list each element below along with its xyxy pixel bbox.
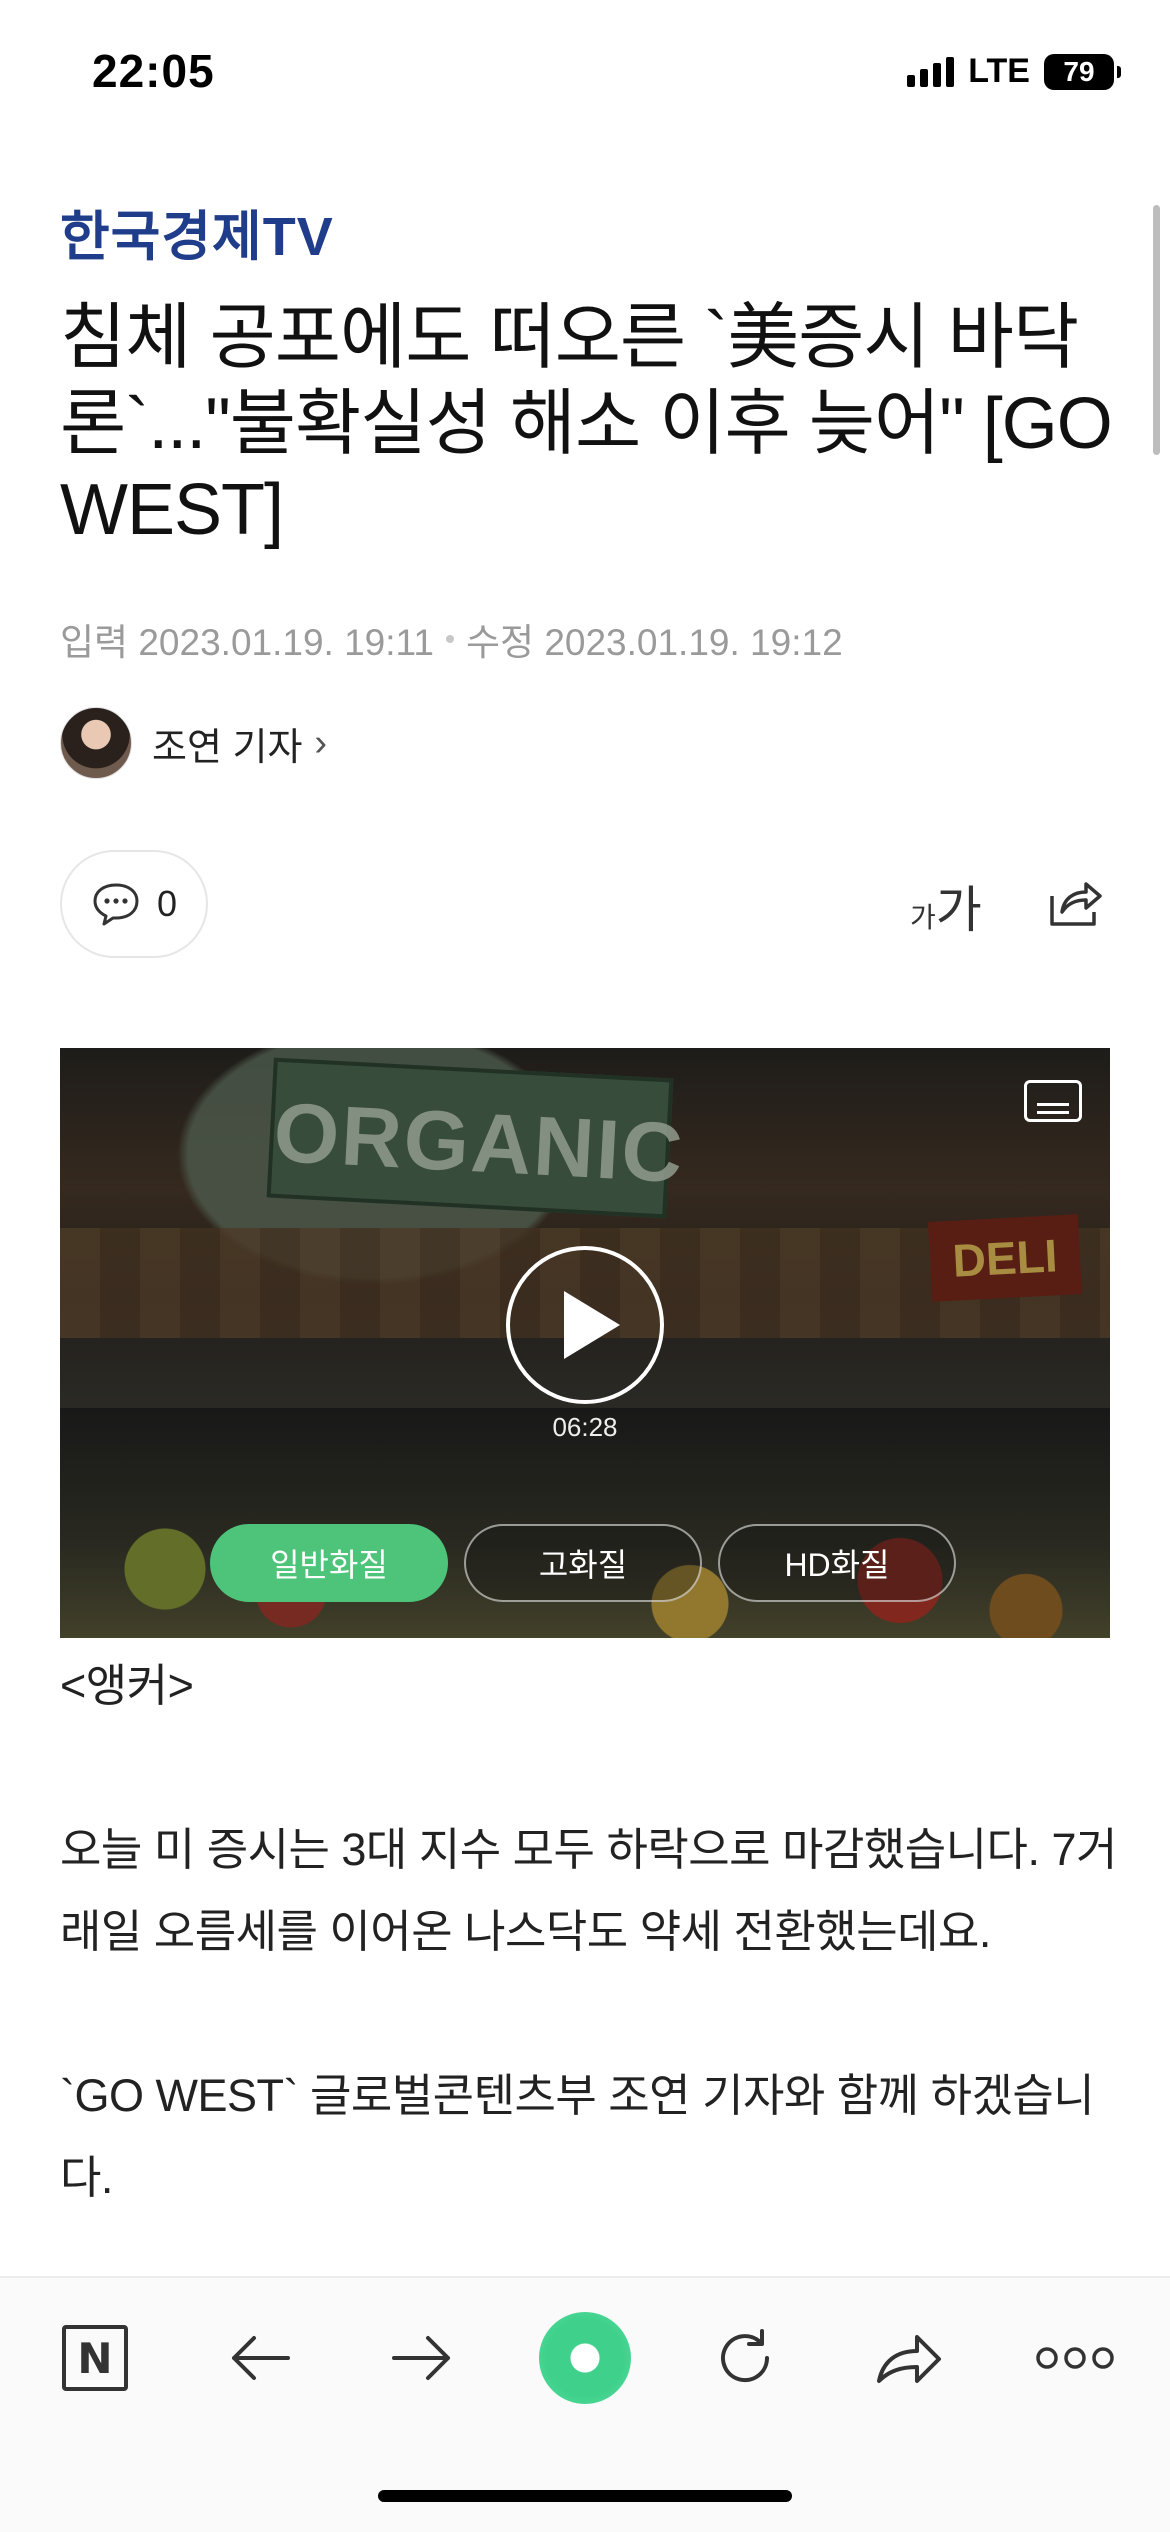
quality-normal-button[interactable]: 일반화질 [210,1524,448,1602]
status-bar: 22:05 LTE 79 [0,0,1170,150]
share-arrow-icon [877,2335,941,2383]
home-indicator[interactable] [378,2490,792,2502]
naver-home-button[interactable]: N [55,2318,135,2398]
video-duration: 06:28 [552,1412,618,1442]
reporter-link[interactable]: 조연 기자 › [60,707,327,779]
quality-high-button[interactable]: 고화질 [464,1524,702,1602]
share-page-button[interactable] [868,2318,948,2398]
green-dot-button[interactable] [538,2311,632,2405]
scroll-indicator[interactable] [1153,205,1160,455]
quality-selector: 일반화질 고화질 HD화질 [210,1524,956,1602]
font-size-button[interactable]: 가 가 [910,870,982,942]
video-player[interactable]: ORGANIC DELI 06:28 일반화질 고화질 HD화질 [60,1048,1110,1638]
share-icon[interactable] [1044,872,1104,932]
refresh-icon [721,2329,770,2383]
body-paragraph: <앵커> [60,1660,194,1711]
body-paragraph: `GO WEST` 글로벌콘텐츠부 조연 기자와 함께 하겠습니다. [60,2070,1095,2203]
back-arrow-icon [232,2336,290,2380]
published-date: 입력 2023.01.19. 19:11 [60,622,434,663]
comment-button[interactable]: 0 [60,850,208,958]
signal-icon [907,56,955,87]
modified-date: 수정 2023.01.19. 19:12 [465,622,843,663]
reporter-name: 조연 기자 [152,726,303,769]
article-body: <앵커> 오늘 미 증시는 3대 지수 모두 하락으로 마감했습니다. 7거래일… [60,1645,1120,2219]
battery-level: 79 [1063,55,1095,87]
comment-count: 0 [156,883,178,924]
font-big-glyph: 가 [935,882,982,938]
status-indicators: LTE 79 [907,52,1121,91]
comment-bubble-icon [93,883,139,926]
status-time: 22:05 [92,45,215,97]
back-button[interactable] [220,2318,300,2398]
body-paragraph: 오늘 미 증시는 3대 지수 모두 하락으로 마감했습니다. 7거래일 오름세를… [60,1824,1117,1957]
forward-button[interactable] [382,2318,462,2398]
play-button[interactable] [506,1246,664,1404]
chevron-right-icon: › [314,721,328,764]
font-small-glyph: 가 [910,902,936,933]
forward-arrow-icon [392,2336,450,2380]
naver-n-icon: N [62,2325,128,2391]
network-type: LTE [968,52,1030,90]
green-dot-icon [539,2312,631,2404]
refresh-button[interactable] [705,2318,785,2398]
more-icon [1036,2347,1114,2369]
article-dates: 입력 2023.01.19. 19:11 수정 2023.01.19. 19:1… [60,612,843,666]
reporter-avatar [60,707,132,779]
quality-hd-button[interactable]: HD화질 [718,1524,956,1602]
battery-icon: 79 [1044,53,1121,90]
more-button[interactable] [1030,2318,1120,2398]
article-title: 침체 공포에도 떠오른 `美증시 바닥론`..."불확실성 해소 이후 늦어" … [60,298,1113,550]
caption-icon[interactable] [1024,1080,1082,1122]
press-logo[interactable]: 한국경제TV [60,192,334,271]
separator-dot [445,635,454,643]
